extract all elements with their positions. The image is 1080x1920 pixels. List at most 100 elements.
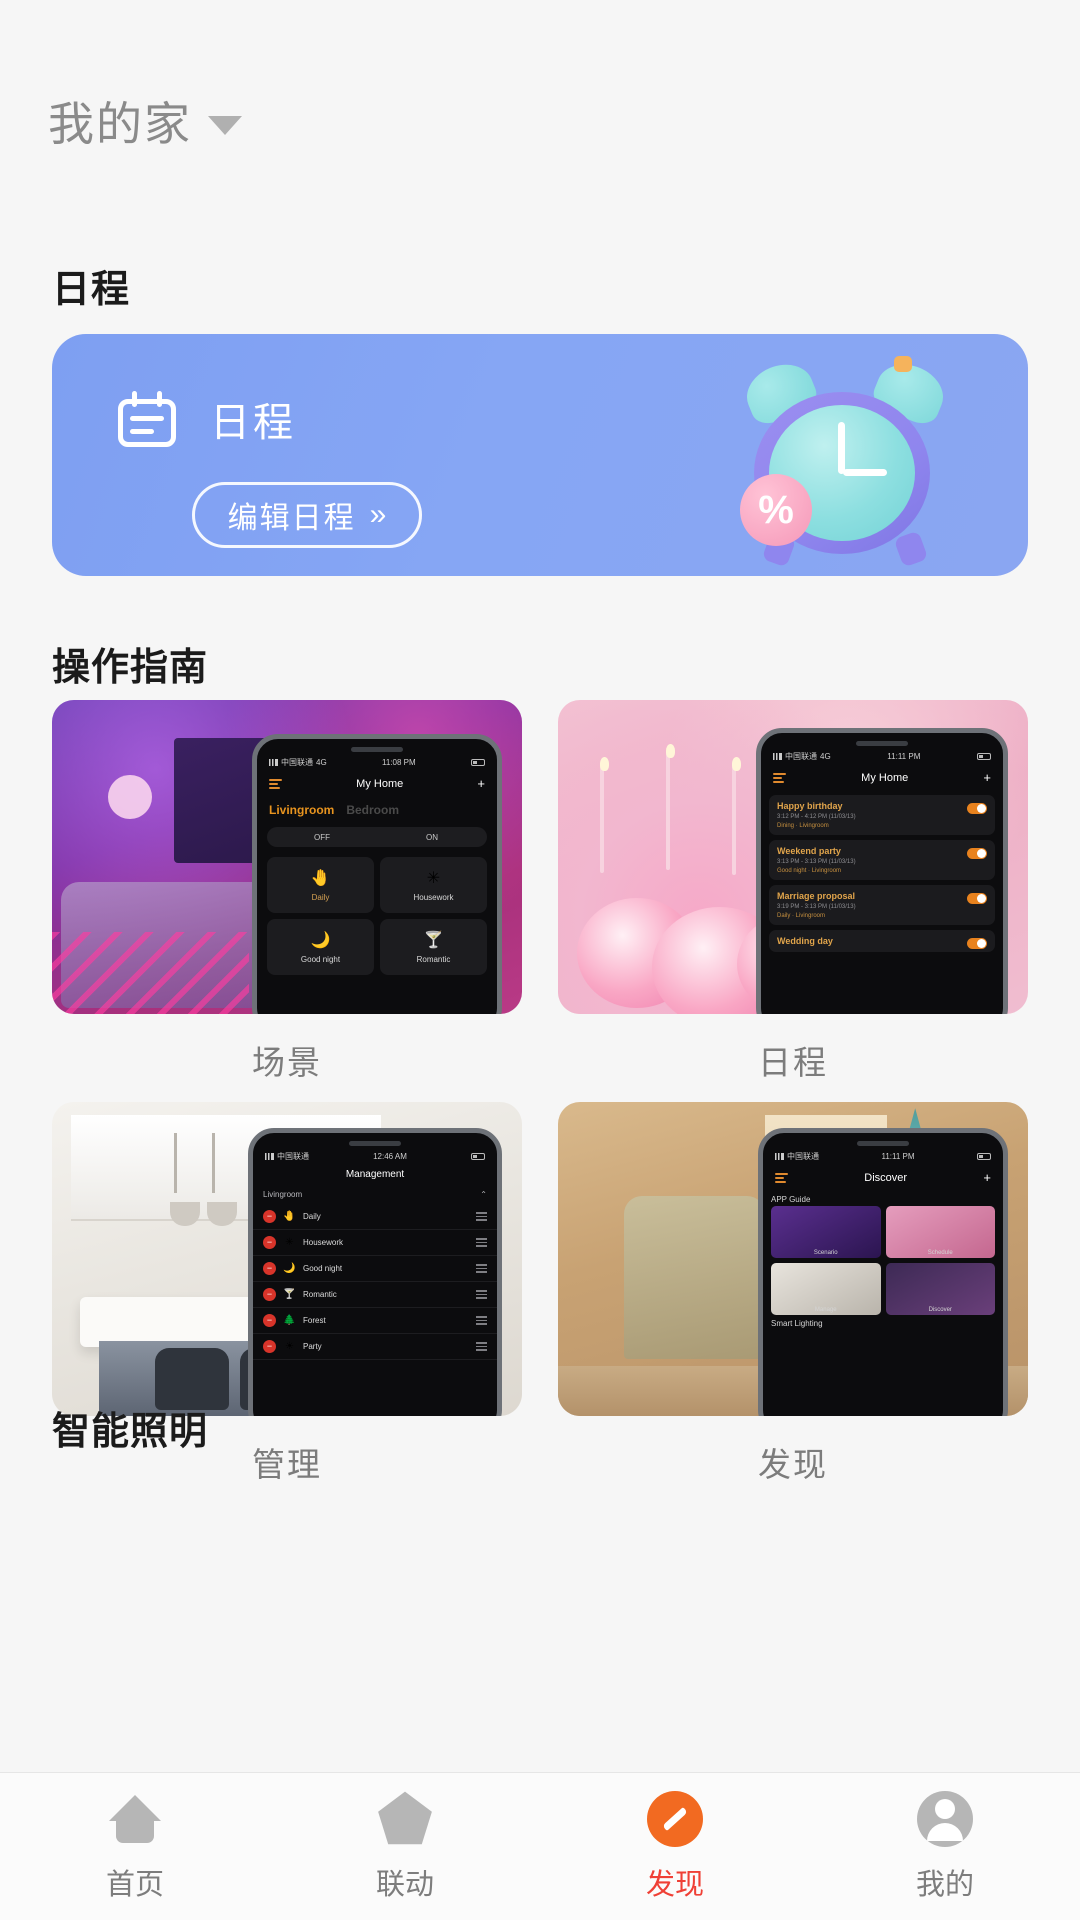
- carrier-label: 中国联通: [785, 752, 817, 761]
- guide-card-label: 日程: [758, 1044, 828, 1081]
- management-row[interactable]: − ☀ Party: [253, 1334, 497, 1360]
- scene-card-grid: 🤚 Daily ✳ Housework 🌙 Good night 🍸 Roman…: [257, 851, 497, 981]
- drag-handle-icon[interactable]: [476, 1342, 487, 1351]
- scene-card[interactable]: 🤚 Daily: [267, 857, 374, 913]
- schedule-item[interactable]: Weekend party 3:13 PM - 3:13 PM (11/03/1…: [769, 840, 995, 880]
- guide-thumbnail-management[interactable]: 中国联通 12:46 AM Management Livingroom ⌃ −: [52, 1102, 522, 1416]
- row-icon: ☀: [285, 1341, 294, 1352]
- time-label: 11:11 PM: [887, 752, 921, 761]
- guide-card-label: 场景: [252, 1044, 322, 1081]
- schedule-item[interactable]: Marriage proposal 3:19 PM - 3:13 PM (11/…: [769, 885, 995, 925]
- tab-label: 首页: [105, 1868, 164, 1901]
- sparkle-icon: ✳: [426, 870, 441, 887]
- room-tab-livingroom[interactable]: Livingroom: [269, 803, 334, 817]
- phone-mockup-schedule: 中国联通 4G 11:11 PM My Home + Happy birthday: [756, 728, 1008, 1014]
- schedule-toggle[interactable]: [967, 893, 987, 904]
- network-label: 4G: [316, 758, 327, 767]
- chevron-down-icon[interactable]: [208, 115, 242, 135]
- room-name: Livingroom: [263, 1190, 303, 1199]
- segment-on[interactable]: ON: [377, 833, 487, 842]
- cocktail-icon: 🍸: [423, 932, 444, 949]
- phone-top-bar: My Home +: [761, 764, 1003, 791]
- tab-discover[interactable]: 发现: [540, 1790, 810, 1903]
- delete-icon[interactable]: −: [263, 1262, 276, 1275]
- guide-thumbnail-discover[interactable]: 中国联通 11:11 PM Discover + APP Guide Scena…: [558, 1102, 1028, 1416]
- delete-icon[interactable]: −: [263, 1236, 276, 1249]
- phone-top-bar: Discover +: [763, 1164, 1003, 1191]
- schedule-toggle[interactable]: [967, 803, 987, 814]
- menu-icon[interactable]: [269, 778, 282, 789]
- tile-caption: Discover: [928, 1307, 952, 1313]
- scene-card[interactable]: 🌙 Good night: [267, 919, 374, 975]
- segment-off[interactable]: OFF: [267, 833, 377, 842]
- management-row[interactable]: − ✳ Housework: [253, 1230, 497, 1256]
- schedule-item[interactable]: Wedding day: [769, 930, 995, 952]
- management-row[interactable]: − 🌙 Good night: [253, 1256, 497, 1282]
- plus-icon[interactable]: +: [983, 770, 991, 785]
- management-row[interactable]: − 🍸 Romantic: [253, 1282, 497, 1308]
- plus-icon[interactable]: +: [477, 776, 485, 791]
- home-icon: [107, 1791, 163, 1847]
- schedule-toggle[interactable]: [967, 938, 987, 949]
- tab-home[interactable]: 首页: [0, 1791, 270, 1903]
- row-icon: 🤚: [283, 1211, 296, 1222]
- scene-name: Good night: [300, 955, 341, 964]
- management-row-list: − 🤚 Daily − ✳ Housework − 🌙 Good night −…: [253, 1204, 497, 1360]
- guide-thumbnail-schedule[interactable]: 中国联通 4G 11:11 PM My Home + Happy birthday: [558, 700, 1028, 1014]
- calendar-icon: [118, 391, 176, 447]
- drag-handle-icon[interactable]: [476, 1264, 487, 1273]
- guide-tile[interactable]: Scenario: [771, 1206, 881, 1258]
- schedule-item[interactable]: Happy birthday 3:12 PM - 4:12 PM (11/03/…: [769, 795, 995, 835]
- menu-icon[interactable]: [773, 772, 786, 783]
- power-segment[interactable]: OFF ON: [267, 827, 487, 847]
- phone-mockup-management: 中国联通 12:46 AM Management Livingroom ⌃ −: [248, 1128, 502, 1416]
- delete-icon[interactable]: −: [263, 1314, 276, 1327]
- guide-card-scene[interactable]: 中国联通 4G 11:08 PM My Home + Livingroom Bed…: [52, 700, 522, 1084]
- guide-tile[interactable]: Schedule: [885, 1206, 995, 1258]
- carrier-label: 中国联通: [787, 1152, 819, 1161]
- management-row[interactable]: − 🌲 Forest: [253, 1308, 497, 1334]
- plus-icon[interactable]: +: [983, 1170, 991, 1185]
- menu-icon[interactable]: [775, 1172, 788, 1183]
- scene-card[interactable]: 🍸 Romantic: [380, 919, 487, 975]
- schedule-list: Happy birthday 3:12 PM - 4:12 PM (11/03/…: [761, 791, 1003, 956]
- drag-handle-icon[interactable]: [476, 1316, 487, 1325]
- guide-grid: 中国联通 4G 11:08 PM My Home + Livingroom Bed…: [52, 700, 1028, 1504]
- schedule-toggle[interactable]: [967, 848, 987, 859]
- drag-handle-icon[interactable]: [476, 1238, 487, 1247]
- double-chevron-right-icon: »: [369, 498, 387, 531]
- delete-icon[interactable]: −: [263, 1210, 276, 1223]
- row-icon: 🍸: [283, 1289, 296, 1300]
- scene-name: Housework: [413, 893, 454, 902]
- drag-handle-icon[interactable]: [476, 1212, 487, 1221]
- drag-handle-icon[interactable]: [476, 1290, 487, 1299]
- delete-icon[interactable]: −: [263, 1340, 276, 1353]
- phone-home-title: My Home: [356, 777, 404, 790]
- carrier-label: 中国联通: [281, 758, 313, 767]
- percent-badge: %: [740, 474, 812, 546]
- schedule-banner[interactable]: 日程 编辑日程 » %: [52, 334, 1028, 576]
- row-label: Forest: [303, 1316, 326, 1325]
- schedule-tag: Daily · Livingroom: [777, 913, 826, 919]
- management-row[interactable]: − 🤚 Daily: [253, 1204, 497, 1230]
- guide-card-discover[interactable]: 中国联通 11:11 PM Discover + APP Guide Scena…: [558, 1102, 1028, 1486]
- chevron-up-icon[interactable]: ⌃: [480, 1190, 487, 1199]
- guide-card-schedule[interactable]: 中国联通 4G 11:11 PM My Home + Happy birthday: [558, 700, 1028, 1084]
- guide-row-1: 中国联通 4G 11:08 PM My Home + Livingroom Bed…: [52, 700, 1028, 1084]
- scene-card[interactable]: ✳ Housework: [380, 857, 487, 913]
- schedule-time: 3:12 PM - 4:12 PM (11/03/13): [777, 814, 856, 820]
- edit-schedule-button[interactable]: 编辑日程 »: [192, 482, 422, 548]
- schedule-title: Weekend party: [777, 846, 841, 856]
- guide-tile[interactable]: Manage: [771, 1263, 881, 1315]
- guide-tile[interactable]: Discover: [885, 1263, 995, 1315]
- user-icon: [917, 1790, 973, 1847]
- tab-profile[interactable]: 我的: [810, 1790, 1080, 1903]
- delete-icon[interactable]: −: [263, 1288, 276, 1301]
- schedule-title: Marriage proposal: [777, 891, 856, 901]
- tab-automation[interactable]: 联动: [270, 1791, 540, 1903]
- home-selector[interactable]: 我的家: [48, 88, 242, 154]
- room-tab-bedroom[interactable]: Bedroom: [346, 803, 399, 817]
- phone-mockup-scene: 中国联通 4G 11:08 PM My Home + Livingroom Bed…: [252, 734, 502, 1014]
- management-room-header[interactable]: Livingroom ⌃: [253, 1185, 497, 1204]
- guide-thumbnail-scene[interactable]: 中国联通 4G 11:08 PM My Home + Livingroom Bed…: [52, 700, 522, 1014]
